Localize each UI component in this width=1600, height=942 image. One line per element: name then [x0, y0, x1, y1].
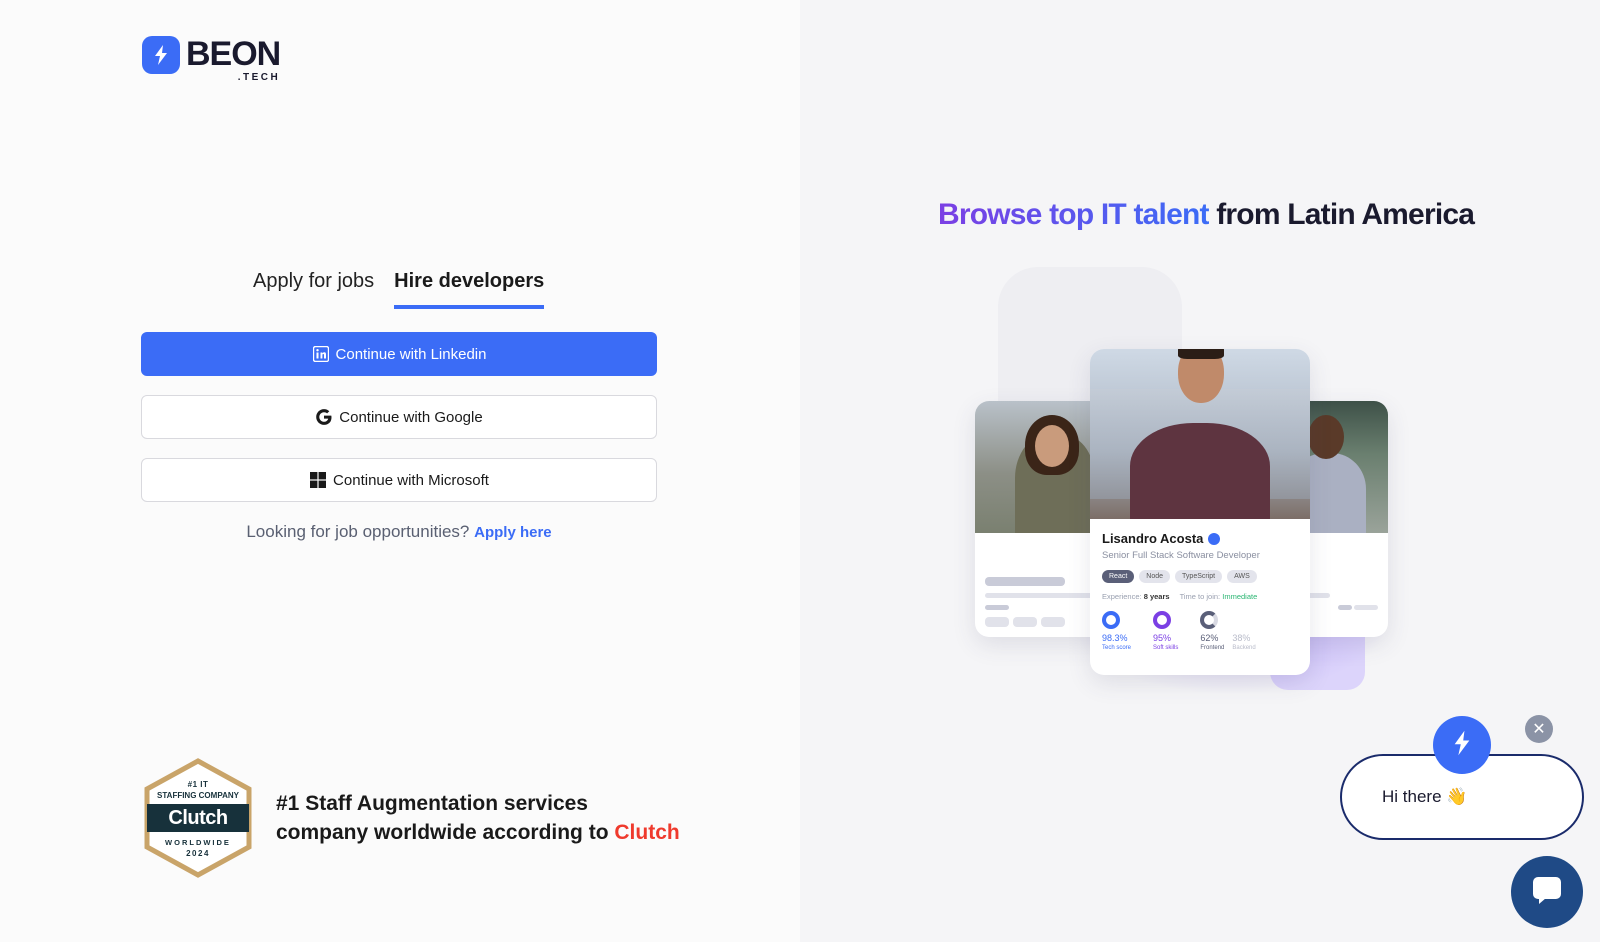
candidate-name-row: Lisandro Acosta — [1102, 531, 1298, 546]
candidate-name: Lisandro Acosta — [1102, 531, 1204, 546]
login-panel: BEON .TECH Apply for jobs Hire developer… — [0, 0, 800, 942]
skill-chip: React — [1102, 570, 1135, 583]
person-face — [1308, 415, 1344, 459]
apply-prompt-text: Looking for job opportunities? — [246, 522, 470, 541]
clutch-statement: #1 Staff Augmentation services company w… — [276, 789, 680, 847]
brand-wordmark: BEON .TECH — [186, 35, 281, 83]
clutch-badge-year: 2024 — [186, 849, 210, 858]
verified-icon — [1208, 532, 1221, 545]
clutch-line-2-prefix: company worldwide according to — [276, 821, 609, 844]
google-button-label: Continue with Google — [339, 408, 483, 426]
continue-with-microsoft-button[interactable]: Continue with Microsoft — [141, 458, 657, 502]
chat-greeting-text: Hi there 👋 — [1382, 787, 1468, 806]
score-ring — [1102, 611, 1120, 629]
skeleton-line — [985, 577, 1065, 586]
skeleton-line — [985, 593, 1105, 598]
clutch-badge: #1 IT STAFFING COMPANY Clutch WORLDWIDE … — [142, 758, 254, 878]
chat-launcher-button[interactable] — [1511, 856, 1583, 928]
candidate-role: Senior Full Stack Software Developer — [1102, 550, 1260, 561]
hero-highlight: Browse top IT talent — [938, 198, 1209, 231]
apply-prompt: Looking for job opportunities? Apply her… — [141, 522, 657, 542]
backend-score: 38% Backend — [1232, 611, 1255, 653]
chat-icon — [1529, 873, 1565, 912]
linkedin-button-label: Continue with Linkedin — [335, 345, 487, 363]
score-ring — [1200, 611, 1219, 629]
experience-label: Experience: — [1102, 592, 1142, 601]
skeleton-line — [1338, 605, 1352, 610]
soft-skills-score: 95% Soft skills — [1153, 611, 1178, 653]
time-to-join: Time to join: Immediate — [1180, 592, 1258, 601]
google-icon — [315, 408, 333, 426]
hero-rest: from Latin America — [1216, 198, 1475, 231]
hero-headline: Browse top IT talent from Latin America — [938, 198, 1475, 232]
experience: Experience: 8 years — [1102, 592, 1170, 601]
candidate-meta: Experience: 8 years Time to join: Immedi… — [1102, 592, 1298, 601]
candidate-info: Lisandro Acosta Senior Full Stack Softwa… — [1090, 519, 1310, 665]
skeleton-line — [985, 617, 1009, 627]
clutch-badge-top: #1 IT — [187, 780, 209, 789]
join-value: Immediate — [1222, 592, 1258, 601]
continue-with-google-button[interactable]: Continue with Google — [141, 395, 657, 439]
candidate-scores: 98.3% Tech score 95% Soft skills 62% Fro… — [1102, 611, 1298, 653]
tech-score: 98.3% Tech score — [1102, 611, 1131, 653]
close-icon: ✕ — [1532, 721, 1546, 738]
clutch-badge-bottom: WORLDWIDE — [165, 838, 231, 847]
skill-chip: AWS — [1227, 570, 1257, 583]
score-value: 95% — [1153, 633, 1172, 643]
skeleton-line — [985, 605, 1009, 610]
skill-chip: Node — [1139, 570, 1171, 583]
chat-avatar — [1433, 716, 1491, 774]
person-hair — [1178, 349, 1224, 359]
microsoft-button-label: Continue with Microsoft — [333, 471, 489, 489]
skill-chips: React Node TypeScript AWS — [1102, 570, 1298, 583]
candidate-photo — [1090, 349, 1310, 519]
skill-chip: TypeScript — [1175, 570, 1223, 583]
person-face — [1035, 425, 1069, 467]
frontend-score: 62% Frontend — [1200, 611, 1224, 653]
tab-apply-for-jobs[interactable]: Apply for jobs — [253, 270, 374, 309]
talent-illustration: Lisandro Acosta Senior Full Stack Softwa… — [970, 265, 1430, 715]
clutch-line-2: company worldwide according to Clutch — [276, 818, 680, 847]
skeleton-line — [1354, 605, 1378, 610]
skeleton-line — [1013, 617, 1037, 627]
clutch-brand-name: Clutch — [614, 821, 680, 844]
clutch-line-1: #1 Staff Augmentation services — [276, 792, 588, 815]
score-label: Frontend — [1200, 645, 1225, 651]
join-label: Time to join: — [1179, 592, 1221, 601]
brand-logo[interactable]: BEON .TECH — [142, 35, 281, 83]
clutch-award: #1 IT STAFFING COMPANY Clutch WORLDWIDE … — [142, 758, 680, 878]
clutch-badge-mid: STAFFING COMPANY — [157, 791, 239, 800]
score-label: Backend — [1232, 645, 1256, 651]
apply-here-link[interactable]: Apply here — [474, 524, 552, 541]
score-value: 62% — [1200, 633, 1219, 643]
tab-bar: Apply for jobs Hire developers — [253, 270, 545, 309]
person-silhouette — [1130, 423, 1270, 519]
continue-with-linkedin-button[interactable]: Continue with Linkedin — [141, 332, 657, 376]
chat-close-button[interactable]: ✕ — [1525, 715, 1553, 743]
score-ring — [1153, 611, 1172, 629]
skeleton-line — [1041, 617, 1065, 627]
score-label: Tech score — [1102, 645, 1132, 651]
microsoft-icon — [309, 471, 327, 489]
score-label: Soft skills — [1153, 645, 1179, 651]
experience-value: 8 years — [1143, 592, 1170, 601]
bolt-icon — [1451, 729, 1473, 762]
tab-hire-developers[interactable]: Hire developers — [394, 270, 545, 309]
bolt-icon — [142, 36, 180, 74]
clutch-badge-logo: Clutch — [168, 807, 228, 829]
score-value: 98.3% — [1102, 633, 1128, 643]
score-value: 38% — [1232, 633, 1251, 643]
featured-candidate-card[interactable]: Lisandro Acosta Senior Full Stack Softwa… — [1090, 349, 1310, 675]
linkedin-icon — [312, 345, 330, 363]
